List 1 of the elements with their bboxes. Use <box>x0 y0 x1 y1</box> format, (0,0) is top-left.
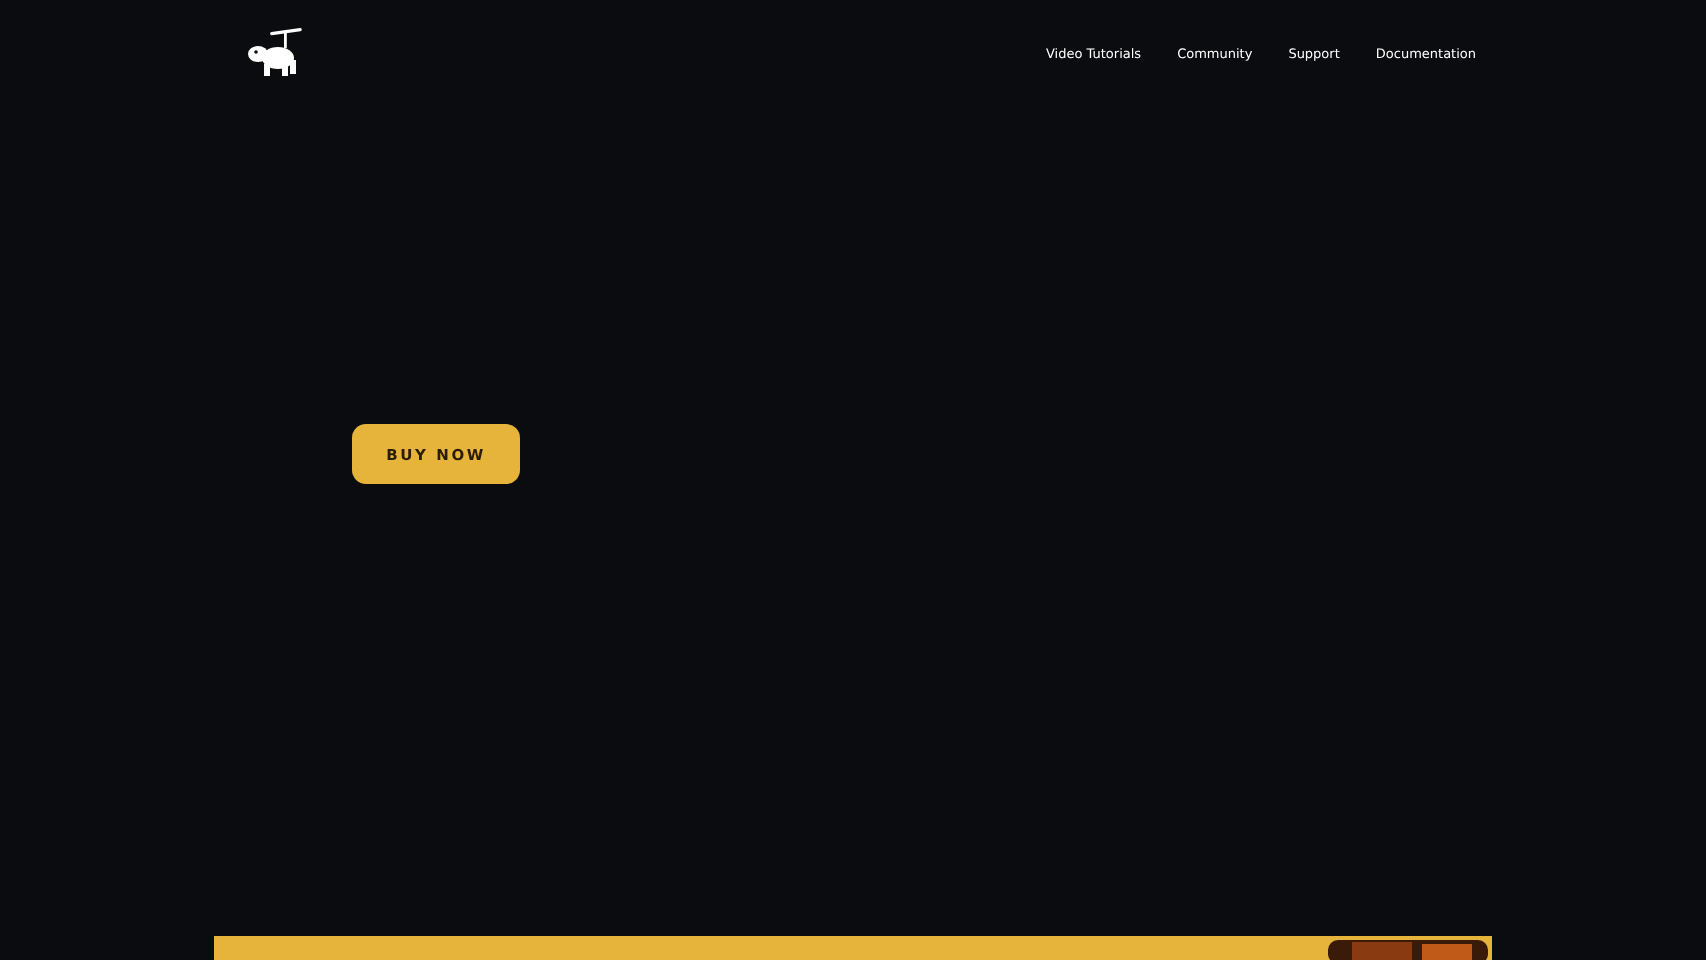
dog-helicopter-logo[interactable] <box>244 27 304 79</box>
